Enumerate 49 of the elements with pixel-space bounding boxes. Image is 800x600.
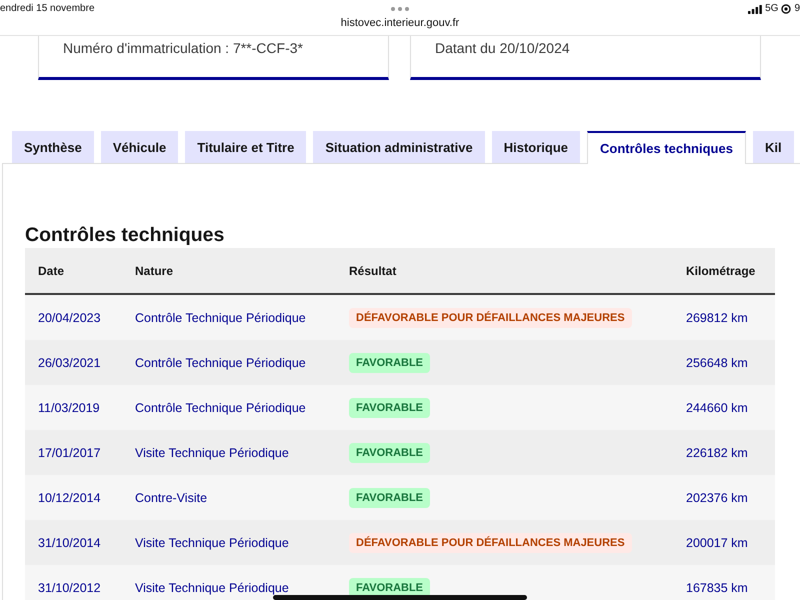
mileage-value: 256648 km — [686, 356, 748, 370]
summary-text: Datant du 20/10/2024 — [435, 40, 570, 56]
result-badge: DÉFAVORABLE POUR DÉFAILLANCES MAJEURES — [349, 308, 632, 328]
ring-icon — [781, 4, 792, 14]
inspection-type: Visite Technique Périodique — [135, 446, 289, 460]
mileage-value: 202376 km — [686, 490, 748, 504]
column-header: Résultat — [348, 264, 398, 278]
tab[interactable]: Titulaire et Titre — [185, 131, 306, 163]
section-title: Contrôles techniques — [25, 223, 226, 247]
more-dots-icon[interactable] — [390, 7, 409, 11]
tab[interactable]: Historique — [492, 131, 580, 163]
inspection-type: Contre-Visite — [135, 490, 208, 504]
inspection-date: 20/04/2023 — [38, 310, 101, 324]
tab[interactable]: Synthèse — [12, 131, 94, 163]
inspection-date: 17/01/2017 — [38, 446, 101, 460]
status-date: endredi 15 novembre — [0, 3, 96, 15]
battery-percent: 9 — [794, 3, 800, 15]
inspection-date: 31/10/2014 — [38, 536, 101, 550]
column-header: Nature — [134, 264, 174, 278]
inspection-date: 11/03/2019 — [38, 400, 100, 414]
summary-text: Numéro d'immatriculation : 7**-CCF-3* — [63, 40, 303, 56]
column-header: Date — [37, 264, 66, 278]
signal-icon — [748, 4, 762, 14]
url-text[interactable]: histovec.interieur.gouv.fr — [340, 17, 460, 30]
result-badge: DÉFAVORABLE POUR DÉFAILLANCES MAJEURES — [349, 532, 632, 552]
inspection-type: Contrôle Technique Périodique — [135, 356, 306, 370]
tab[interactable]: Situation administrative — [313, 131, 485, 163]
result-badge: FAVORABLE — [349, 398, 430, 418]
mileage-value: 244660 km — [686, 400, 748, 414]
inspection-date: 31/10/2012 — [38, 580, 101, 594]
column-header: Kilométrage — [685, 264, 756, 278]
tab[interactable]: Contrôles techniques — [587, 131, 746, 164]
result-badge: FAVORABLE — [349, 442, 430, 462]
result-badge: FAVORABLE — [349, 488, 430, 508]
tab[interactable]: Véhicule — [100, 131, 178, 163]
mileage-value: 200017 km — [686, 536, 748, 550]
inspection-type: Contrôle Technique Périodique — [135, 400, 306, 414]
mileage-value: 226182 km — [686, 446, 748, 460]
mileage-value: 269812 km — [686, 310, 748, 324]
inspection-type: Contrôle Technique Périodique — [135, 310, 306, 324]
tab[interactable]: Kil — [752, 131, 794, 163]
inspection-date: 26/03/2021 — [38, 356, 101, 370]
inspection-type: Visite Technique Périodique — [135, 580, 289, 594]
inspection-type: Visite Technique Périodique — [135, 536, 289, 550]
network-label: 5G — [765, 3, 778, 15]
result-badge: FAVORABLE — [349, 578, 430, 598]
mileage-value: 167835 km — [686, 580, 748, 594]
inspection-date: 10/12/2014 — [38, 490, 101, 504]
result-badge: FAVORABLE — [349, 352, 430, 372]
